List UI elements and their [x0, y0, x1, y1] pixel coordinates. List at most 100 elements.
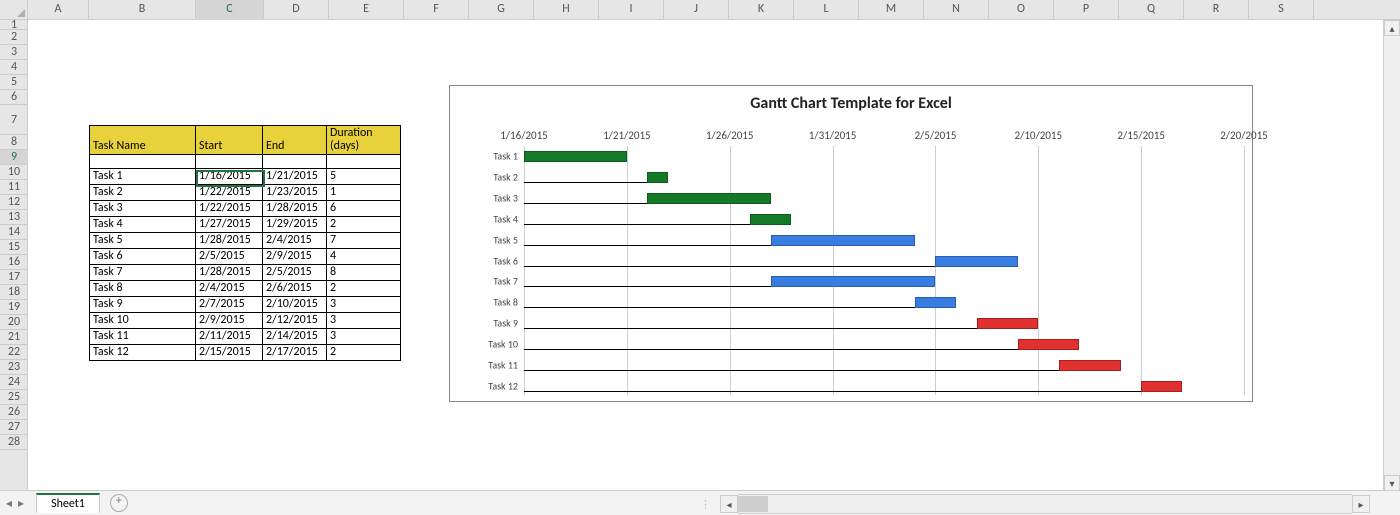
header-end[interactable]: End	[263, 126, 327, 155]
cell[interactable]: Task 1	[90, 169, 196, 185]
row-header-17[interactable]: 17	[0, 270, 28, 285]
row-header-10[interactable]: 10	[0, 165, 28, 180]
cell[interactable]: 2/14/2015	[263, 329, 327, 345]
cell[interactable]: 2/7/2015	[196, 297, 263, 313]
col-header-k[interactable]: K	[729, 0, 794, 20]
tab-nav-next-icon[interactable]: ▸	[18, 496, 24, 511]
col-header-h[interactable]: H	[534, 0, 599, 20]
cell[interactable]: 2/17/2015	[263, 345, 327, 361]
row-header-27[interactable]: 27	[0, 420, 28, 435]
row-header-28[interactable]: 28	[0, 435, 28, 450]
cell[interactable]: 1/16/2015	[196, 169, 263, 185]
row-header-16[interactable]: 16	[0, 255, 28, 270]
row-header-24[interactable]: 24	[0, 375, 28, 390]
row-header-15[interactable]: 15	[0, 240, 28, 255]
col-header-p[interactable]: P	[1054, 0, 1119, 20]
row-header-3[interactable]: 3	[0, 45, 28, 60]
row-header-5[interactable]: 5	[0, 75, 28, 90]
col-header-r[interactable]: R	[1184, 0, 1249, 20]
col-header-i[interactable]: I	[599, 0, 664, 20]
cell[interactable]: Task 11	[90, 329, 196, 345]
row-header-12[interactable]: 12	[0, 195, 28, 210]
horizontal-scrollbar[interactable]: ⋮ ◂ ▸	[700, 495, 1370, 513]
scroll-left-button[interactable]: ◂	[720, 495, 738, 513]
cell[interactable]: Task 7	[90, 265, 196, 281]
worksheet-grid[interactable]: Task Name Start End Duration (days) Task…	[28, 20, 1384, 491]
cell[interactable]: 3	[327, 329, 401, 345]
row-header-20[interactable]: 20	[0, 315, 28, 330]
cell[interactable]: 2/6/2015	[263, 281, 327, 297]
cell[interactable]: Task 6	[90, 249, 196, 265]
cell[interactable]: 2/5/2015	[196, 249, 263, 265]
col-header-g[interactable]: G	[469, 0, 534, 20]
cell[interactable]: 4	[327, 249, 401, 265]
cell[interactable]: 2/12/2015	[263, 313, 327, 329]
col-header-j[interactable]: J	[664, 0, 729, 20]
scroll-up-button[interactable]: ▴	[1384, 20, 1400, 36]
cell[interactable]: Task 5	[90, 233, 196, 249]
cell[interactable]: 1/28/2015	[263, 201, 327, 217]
col-header-c[interactable]: C	[196, 0, 264, 20]
cell[interactable]: Task 9	[90, 297, 196, 313]
cell[interactable]: Task 10	[90, 313, 196, 329]
cell[interactable]: 2/9/2015	[196, 313, 263, 329]
row-header-21[interactable]: 21	[0, 330, 28, 345]
cell[interactable]: 2/5/2015	[263, 265, 327, 281]
cell[interactable]: 3	[327, 313, 401, 329]
cell[interactable]: 1/28/2015	[196, 265, 263, 281]
row-header-7[interactable]: 7	[0, 105, 28, 135]
col-header-d[interactable]: D	[264, 0, 329, 20]
cell[interactable]: 5	[327, 169, 401, 185]
row-header-2[interactable]: 2	[0, 30, 28, 45]
cell[interactable]: Task 12	[90, 345, 196, 361]
sheet-tab-active[interactable]: Sheet1	[36, 493, 100, 513]
col-header-b[interactable]: B	[89, 0, 196, 20]
row-header-8[interactable]: 8	[0, 135, 28, 150]
row-header-25[interactable]: 25	[0, 390, 28, 405]
row-header-26[interactable]: 26	[0, 405, 28, 420]
gantt-chart[interactable]: Gantt Chart Template for Excel 1/16/2015…	[449, 85, 1253, 402]
cell[interactable]: 2/9/2015	[263, 249, 327, 265]
tab-nav-prev-icon[interactable]: ◂	[6, 496, 12, 511]
cell[interactable]: 1/27/2015	[196, 217, 263, 233]
tab-nav-buttons[interactable]: ◂ ▸	[0, 496, 30, 511]
header-task-name[interactable]: Task Name	[90, 126, 196, 155]
cell[interactable]: 8	[327, 265, 401, 281]
cell[interactable]: 1/23/2015	[263, 185, 327, 201]
row-header-19[interactable]: 19	[0, 300, 28, 315]
row-header-6[interactable]: 6	[0, 90, 28, 105]
scroll-thumb[interactable]	[738, 496, 768, 512]
cell[interactable]: 1	[327, 185, 401, 201]
row-header-4[interactable]: 4	[0, 60, 28, 75]
col-header-e[interactable]: E	[329, 0, 404, 20]
cell[interactable]: 2	[327, 281, 401, 297]
cell[interactable]: 2/4/2015	[263, 233, 327, 249]
row-header-22[interactable]: 22	[0, 345, 28, 360]
scroll-grip-icon[interactable]: ⋮	[700, 498, 712, 511]
scroll-track[interactable]	[738, 494, 1352, 514]
cell[interactable]: 2/10/2015	[263, 297, 327, 313]
row-header-9[interactable]: 9	[0, 150, 28, 165]
col-header-l[interactable]: L	[794, 0, 859, 20]
row-header-11[interactable]: 11	[0, 180, 28, 195]
col-header-m[interactable]: M	[859, 0, 924, 20]
cell[interactable]: 3	[327, 297, 401, 313]
cell[interactable]: 1/28/2015	[196, 233, 263, 249]
cell[interactable]: 1/22/2015	[196, 185, 263, 201]
cell[interactable]: 2/15/2015	[196, 345, 263, 361]
cell[interactable]: Task 4	[90, 217, 196, 233]
col-header-o[interactable]: O	[989, 0, 1054, 20]
col-header-n[interactable]: N	[924, 0, 989, 20]
row-header-14[interactable]: 14	[0, 225, 28, 240]
cell[interactable]: 2/4/2015	[196, 281, 263, 297]
col-header-f[interactable]: F	[404, 0, 469, 20]
col-header-q[interactable]: Q	[1119, 0, 1184, 20]
cell[interactable]: 1/22/2015	[196, 201, 263, 217]
cell[interactable]: Task 8	[90, 281, 196, 297]
vertical-scrollbar[interactable]: ▴ ▾	[1383, 20, 1400, 491]
cell[interactable]: 1/21/2015	[263, 169, 327, 185]
cell[interactable]: Task 2	[90, 185, 196, 201]
col-header-a[interactable]: A	[28, 0, 89, 20]
cell[interactable]: 7	[327, 233, 401, 249]
cell[interactable]: 6	[327, 201, 401, 217]
